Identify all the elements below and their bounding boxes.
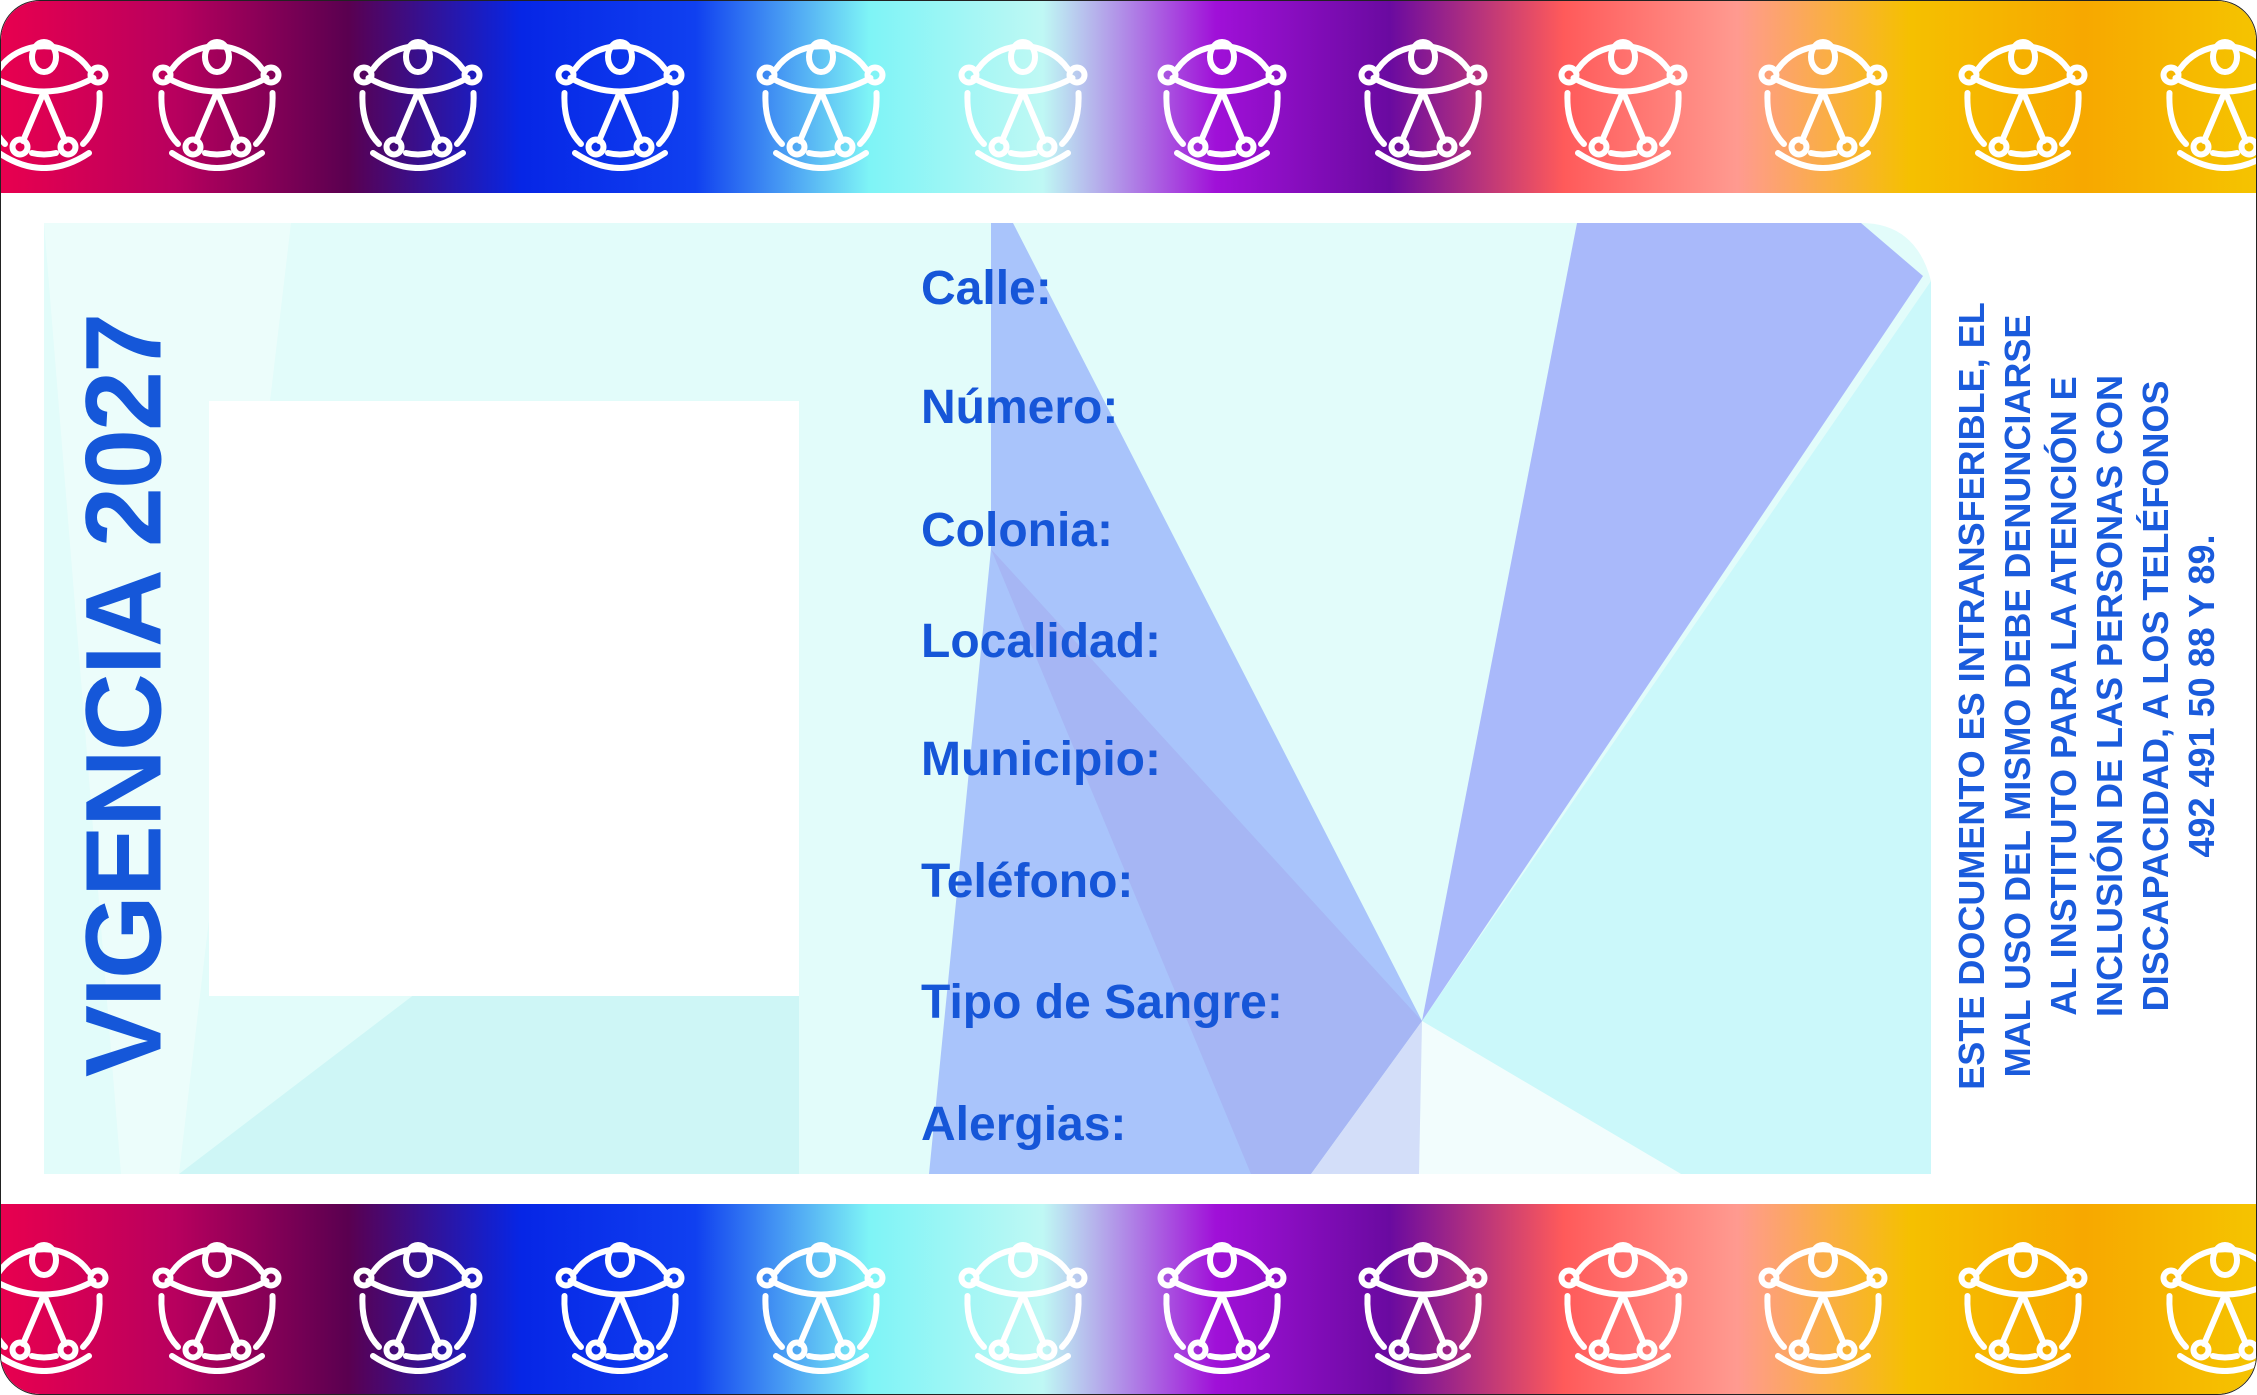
notice-line: AL INSTITUTO PARA LA ATENCIÓN E: [2043, 376, 2084, 1016]
field-colonia: Colonia:: [921, 504, 1113, 557]
accessibility-icon: [948, 1224, 1098, 1374]
accessibility-icon: [1548, 21, 1698, 171]
accessibility-icon: [1748, 1224, 1898, 1374]
field-municipio: Municipio:: [921, 733, 1161, 786]
accessibility-icon: [746, 21, 896, 171]
field-calle: Calle:: [921, 262, 1052, 315]
accessibility-icon: [142, 21, 292, 171]
field-tipo-sangre: Tipo de Sangre:: [921, 976, 1283, 1029]
accessibility-icon: [1748, 21, 1898, 171]
field-telefono: Teléfono:: [921, 855, 1134, 908]
accessibility-icon: [343, 21, 493, 171]
banner-background: [1, 1, 2256, 193]
accessibility-icon: [1147, 1224, 1297, 1374]
id-card-back: VIGENCIA 2027 Calle: Número: Colonia: Lo…: [0, 0, 2257, 1395]
accessibility-icon: [1348, 1224, 1498, 1374]
accessibility-icon: [2150, 1224, 2256, 1374]
accessibility-icon: [545, 21, 695, 171]
legal-notice: ESTE DOCUMENTO ES INTRANSFERIBLE, EL MAL…: [1949, 221, 2222, 1171]
accessibility-icon: [1548, 1224, 1698, 1374]
field-numero: Número:: [921, 381, 1119, 434]
field-localidad: Localidad:: [921, 615, 1162, 668]
accessibility-icon: [1348, 21, 1498, 171]
bottom-banner: [1, 1204, 2256, 1394]
accessibility-icon: [948, 21, 1098, 171]
field-alergias: Alergias:: [921, 1098, 1127, 1151]
accessibility-icon: [1, 1224, 119, 1374]
notice-line: INCLUSIÓN DE LAS PERSONAS CON: [2089, 374, 2130, 1018]
accessibility-icon: [142, 1224, 292, 1374]
notice-line: ESTE DOCUMENTO ES INTRANSFERIBLE, EL: [1951, 302, 1992, 1090]
accessibility-icon: [1, 21, 119, 171]
notice-line: MAL USO DEL MISMO DEBE DENUNCIARSE: [1997, 314, 2038, 1078]
accessibility-icon: [1948, 1224, 2098, 1374]
top-banner: [1, 1, 2256, 193]
accessibility-icon: [746, 1224, 896, 1374]
accessibility-icon: [1948, 21, 2098, 171]
accessibility-icon: [1147, 21, 1297, 171]
notice-line: 492 491 50 88 Y 89.: [2181, 534, 2222, 858]
accessibility-icon: [545, 1224, 695, 1374]
accessibility-icon: [343, 1224, 493, 1374]
validity-title: VIGENCIA 2027: [62, 314, 184, 1078]
notice-line: DISCAPACIDAD, A LOS TELÉFONOS: [2135, 380, 2176, 1012]
accessibility-icon: [2150, 21, 2256, 171]
banner-background: [1, 1204, 2256, 1394]
photo-placeholder: [209, 401, 799, 996]
